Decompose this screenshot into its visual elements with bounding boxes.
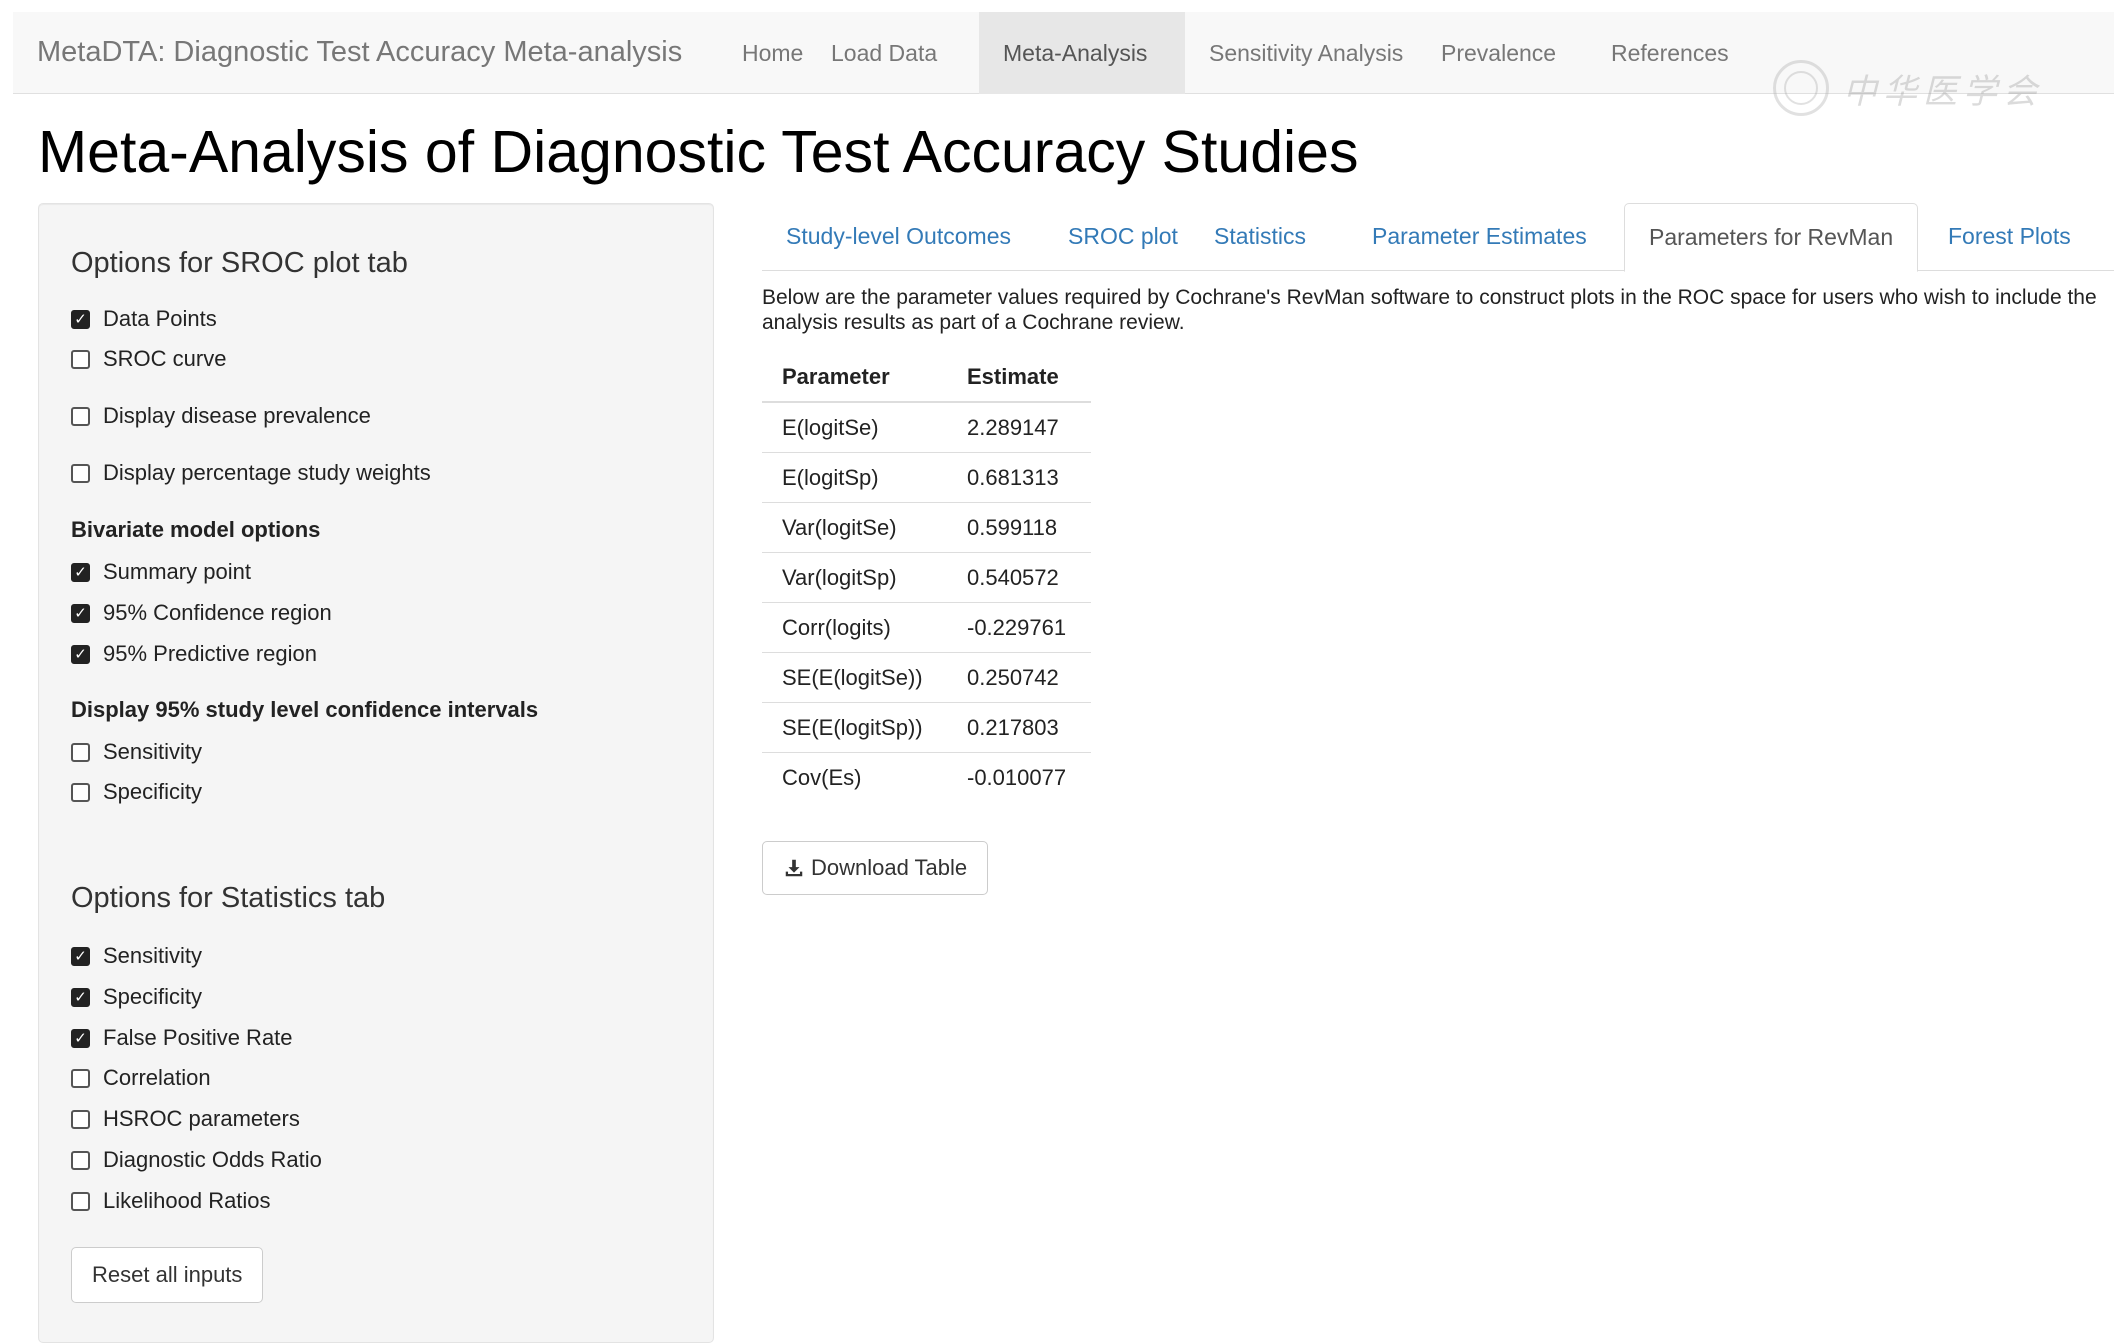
checkbox-icon[interactable] (71, 463, 90, 483)
download-button-label: Download Table (811, 855, 968, 880)
estimate-cell: 0.540572 (947, 552, 1091, 603)
estimate-cell: 0.217803 (947, 702, 1091, 753)
tab-study-level-outcomes[interactable]: Study-level Outcomes (762, 203, 1035, 271)
checkbox-icon[interactable] (71, 782, 90, 802)
checkbox-checked-icon[interactable] (71, 309, 90, 329)
parameter-cell: Corr(logits) (762, 602, 947, 653)
checkbox-checked-icon[interactable] (71, 603, 90, 623)
checkbox-stat-diagnostic-odds-ratio[interactable]: Diagnostic Odds Ratio (71, 1147, 322, 1173)
table-row: SE(E(logitSe)) 0.250742 (762, 652, 1091, 703)
revman-parameters-table: Parameter Estimate E(logitSe) 2.289147 E(… (762, 352, 1091, 802)
table-row: E(logitSe) 2.289147 (762, 401, 1091, 453)
checkbox-stat-likelihood-ratios[interactable]: Likelihood Ratios (71, 1188, 271, 1214)
checkbox-checked-icon[interactable] (71, 987, 90, 1007)
table-row: E(logitSp) 0.681313 (762, 452, 1091, 503)
checkbox-predictive-region[interactable]: 95% Predictive region (71, 641, 317, 667)
checkbox-icon[interactable] (71, 406, 90, 426)
page-title: Meta-Analysis of Diagnostic Test Accurac… (38, 119, 1359, 185)
download-icon (785, 859, 803, 877)
parameter-cell: E(logitSe) (762, 401, 947, 453)
checkbox-stat-false-positive-rate[interactable]: False Positive Rate (71, 1025, 293, 1051)
ci-options-heading: Display 95% study level confidence inter… (71, 697, 539, 722)
reset-all-inputs-button[interactable]: Reset all inputs (71, 1247, 264, 1303)
checkbox-icon[interactable] (71, 742, 90, 762)
checkbox-sroc-curve[interactable]: SROC curve (71, 346, 226, 372)
app-brand[interactable]: MetaDTA: Diagnostic Test Accuracy Meta-a… (37, 36, 682, 69)
checkbox-display-study-weights[interactable]: Display percentage study weights (71, 460, 431, 486)
nav-prevalence[interactable]: Prevalence (1417, 12, 1580, 94)
checkbox-icon[interactable] (71, 1068, 90, 1088)
checkbox-checked-icon[interactable] (71, 644, 90, 664)
checkbox-checked-icon[interactable] (71, 946, 90, 966)
checkbox-icon[interactable] (71, 1109, 90, 1129)
revman-description: Below are the parameter values required … (762, 286, 2097, 334)
download-table-button[interactable]: Download Table (762, 841, 989, 895)
nav-references[interactable]: References (1587, 12, 1753, 94)
checkbox-stat-sensitivity[interactable]: Sensitivity (71, 943, 202, 969)
parameter-cell: E(logitSp) (762, 452, 947, 503)
checkbox-stat-specificity[interactable]: Specificity (71, 984, 202, 1010)
estimate-cell: -0.010077 (947, 752, 1091, 802)
parameter-cell: Var(logitSe) (762, 502, 947, 553)
results-tabs: Study-level Outcomes SROC plot Statistic… (762, 203, 2114, 272)
checkbox-stat-hsroc[interactable]: HSROC parameters (71, 1106, 300, 1132)
checkbox-ci-specificity[interactable]: Specificity (71, 779, 202, 805)
checkbox-display-disease-prevalence[interactable]: Display disease prevalence (71, 403, 371, 429)
table-row: Corr(logits) -0.229761 (762, 602, 1091, 653)
estimate-cell: 0.681313 (947, 452, 1091, 503)
table-row: Var(logitSe) 0.599118 (762, 502, 1091, 553)
checkbox-icon[interactable] (71, 1150, 90, 1170)
tab-parameter-estimates[interactable]: Parameter Estimates (1348, 203, 1611, 271)
watermark-logo: 中华医学会 (1773, 60, 2043, 116)
bivariate-options-heading: Bivariate model options (71, 517, 321, 542)
checkbox-icon[interactable] (71, 349, 90, 369)
table-row: Cov(Es) -0.010077 (762, 752, 1091, 802)
nav-meta-analysis[interactable]: Meta-Analysis (979, 12, 1185, 94)
checkbox-ci-sensitivity[interactable]: Sensitivity (71, 739, 202, 765)
tab-sroc-plot[interactable]: SROC plot (1044, 203, 1202, 271)
parameter-cell: Cov(Es) (762, 752, 947, 802)
estimate-cell: 2.289147 (947, 401, 1091, 453)
parameter-cell: SE(E(logitSe)) (762, 652, 947, 703)
checkbox-checked-icon[interactable] (71, 562, 90, 582)
checkbox-summary-point[interactable]: Summary point (71, 559, 251, 585)
estimate-cell: -0.229761 (947, 602, 1091, 653)
nav-load-data[interactable]: Load Data (807, 12, 961, 94)
checkbox-stat-correlation[interactable]: Correlation (71, 1065, 211, 1091)
checkbox-icon[interactable] (71, 1191, 90, 1211)
estimate-cell: 0.599118 (947, 502, 1091, 553)
checkbox-checked-icon[interactable] (71, 1028, 90, 1048)
tab-statistics[interactable]: Statistics (1190, 203, 1330, 271)
tab-parameters-for-revman[interactable]: Parameters for RevMan (1624, 203, 1919, 272)
statistics-options-heading: Options for Statistics tab (71, 882, 386, 914)
table-header-row: Parameter Estimate (762, 352, 1091, 403)
column-header-parameter: Parameter (762, 352, 947, 403)
nav-sensitivity-analysis[interactable]: Sensitivity Analysis (1185, 12, 1427, 94)
table-row: Var(logitSp) 0.540572 (762, 552, 1091, 603)
column-header-estimate: Estimate (947, 352, 1091, 403)
estimate-cell: 0.250742 (947, 652, 1091, 703)
sidebar-panel: Options for SROC plot tab Data Points SR… (38, 203, 714, 1343)
tab-forest-plots[interactable]: Forest Plots (1924, 203, 2095, 271)
parameter-cell: SE(E(logitSp)) (762, 702, 947, 753)
checkbox-confidence-region[interactable]: 95% Confidence region (71, 600, 332, 626)
sroc-options-heading: Options for SROC plot tab (71, 247, 408, 279)
checkbox-data-points[interactable]: Data Points (71, 306, 217, 332)
table-row: SE(E(logitSp)) 0.217803 (762, 702, 1091, 753)
parameter-cell: Var(logitSp) (762, 552, 947, 603)
